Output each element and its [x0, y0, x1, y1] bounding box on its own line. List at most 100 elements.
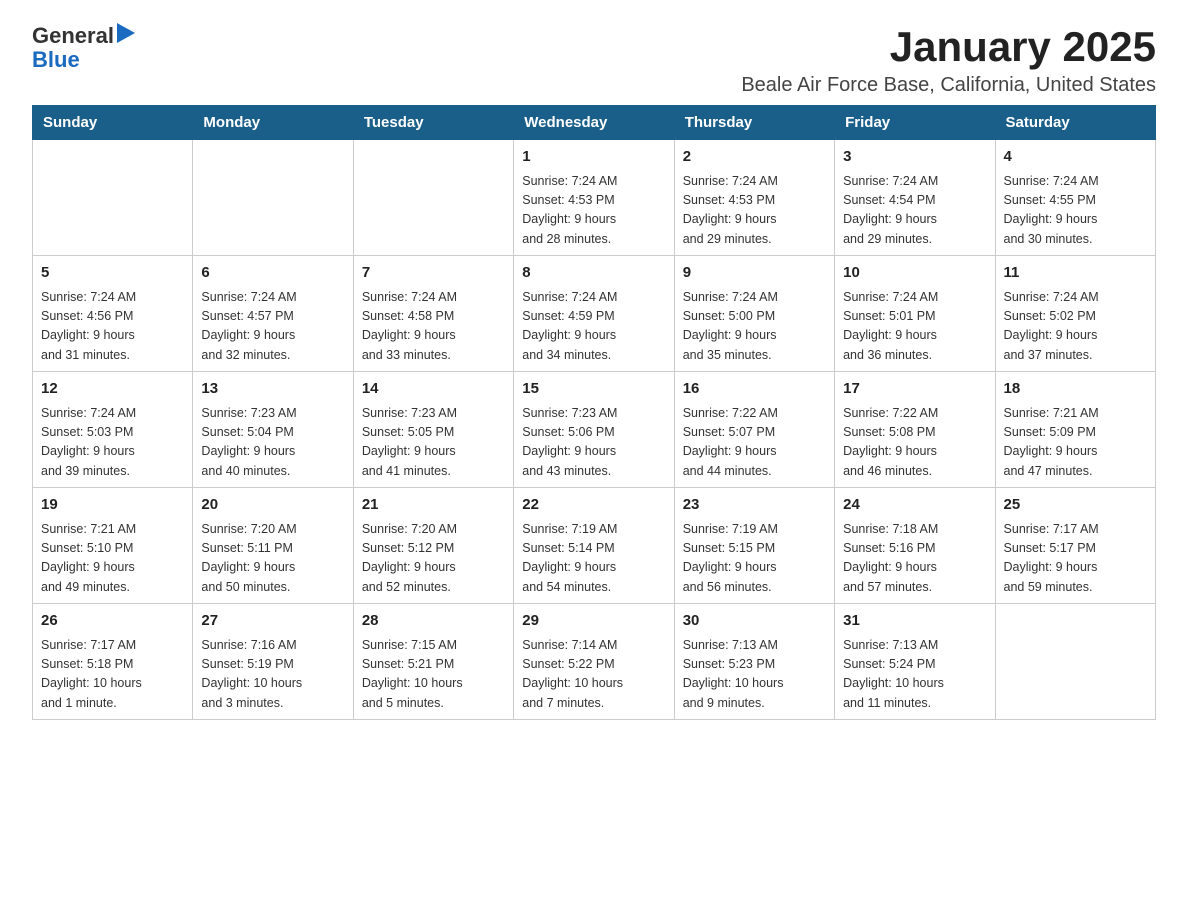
day-number: 17: [843, 378, 986, 401]
day-of-week-header: Thursday: [674, 106, 834, 140]
calendar-cell: 25Sunrise: 7:17 AM Sunset: 5:17 PM Dayli…: [995, 488, 1155, 604]
day-of-week-header: Wednesday: [514, 106, 674, 140]
day-info: Sunrise: 7:19 AM Sunset: 5:15 PM Dayligh…: [683, 520, 826, 598]
calendar-cell: 19Sunrise: 7:21 AM Sunset: 5:10 PM Dayli…: [33, 488, 193, 604]
day-info: Sunrise: 7:24 AM Sunset: 4:56 PM Dayligh…: [41, 288, 184, 366]
calendar-title: January 2025: [741, 24, 1156, 70]
day-number: 2: [683, 146, 826, 169]
title-block: January 2025 Beale Air Force Base, Calif…: [741, 24, 1156, 97]
day-info: Sunrise: 7:24 AM Sunset: 4:59 PM Dayligh…: [522, 288, 665, 366]
calendar-cell: 1 Sunrise: 7:24 AM Sunset: 4:53 PM Daylig…: [514, 140, 674, 256]
day-info: Sunrise: 7:21 AM Sunset: 5:09 PM Dayligh…: [1004, 404, 1147, 482]
calendar-cell: 17 Sunrise: 7:22 AM Sunset: 5:08 PM Dayli…: [835, 372, 995, 488]
calendar-cell: [33, 140, 193, 256]
day-info: Sunrise: 7:24 AM Sunset: 5:02 PM Dayligh…: [1004, 288, 1147, 366]
calendar-cell: 28Sunrise: 7:15 AM Sunset: 5:21 PM Dayli…: [353, 604, 513, 720]
calendar-cell: 5 Sunrise: 7:24 AM Sunset: 4:56 PM Daylig…: [33, 256, 193, 372]
day-number: 14: [362, 378, 505, 401]
calendar-week-row: 1 Sunrise: 7:24 AM Sunset: 4:53 PM Daylig…: [33, 140, 1156, 256]
calendar-cell: 7 Sunrise: 7:24 AM Sunset: 4:58 PM Daylig…: [353, 256, 513, 372]
day-number: 23: [683, 494, 826, 517]
day-info: Sunrise: 7:24 AM Sunset: 4:55 PM Dayligh…: [1004, 172, 1147, 250]
day-info: Sunrise: 7:23 AM Sunset: 5:06 PM Dayligh…: [522, 404, 665, 482]
calendar-header: SundayMondayTuesdayWednesdayThursdayFrid…: [33, 106, 1156, 140]
calendar-cell: 10Sunrise: 7:24 AM Sunset: 5:01 PM Dayli…: [835, 256, 995, 372]
day-number: 29: [522, 610, 665, 633]
calendar-cell: 14Sunrise: 7:23 AM Sunset: 5:05 PM Dayli…: [353, 372, 513, 488]
day-info: Sunrise: 7:24 AM Sunset: 5:00 PM Dayligh…: [683, 288, 826, 366]
day-info: Sunrise: 7:24 AM Sunset: 4:54 PM Dayligh…: [843, 172, 986, 250]
calendar-week-row: 5 Sunrise: 7:24 AM Sunset: 4:56 PM Daylig…: [33, 256, 1156, 372]
day-info: Sunrise: 7:24 AM Sunset: 4:53 PM Dayligh…: [683, 172, 826, 250]
day-info: Sunrise: 7:22 AM Sunset: 5:08 PM Dayligh…: [843, 404, 986, 482]
day-number: 24: [843, 494, 986, 517]
day-of-week-header: Sunday: [33, 106, 193, 140]
day-info: Sunrise: 7:20 AM Sunset: 5:12 PM Dayligh…: [362, 520, 505, 598]
day-number: 9: [683, 262, 826, 285]
calendar-cell: 30 Sunrise: 7:13 AM Sunset: 5:23 PM Dayli…: [674, 604, 834, 720]
day-number: 28: [362, 610, 505, 633]
calendar-cell: 11 Sunrise: 7:24 AM Sunset: 5:02 PM Dayli…: [995, 256, 1155, 372]
day-number: 5: [41, 262, 184, 285]
day-info: Sunrise: 7:13 AM Sunset: 5:23 PM Dayligh…: [683, 636, 826, 714]
logo-arrow-icon: [117, 23, 135, 43]
day-info: Sunrise: 7:23 AM Sunset: 5:04 PM Dayligh…: [201, 404, 344, 482]
day-info: Sunrise: 7:16 AM Sunset: 5:19 PM Dayligh…: [201, 636, 344, 714]
logo: General Blue: [32, 24, 135, 72]
day-number: 15: [522, 378, 665, 401]
day-number: 7: [362, 262, 505, 285]
day-info: Sunrise: 7:21 AM Sunset: 5:10 PM Dayligh…: [41, 520, 184, 598]
calendar-cell: 4Sunrise: 7:24 AM Sunset: 4:55 PM Daylig…: [995, 140, 1155, 256]
day-number: 21: [362, 494, 505, 517]
day-info: Sunrise: 7:20 AM Sunset: 5:11 PM Dayligh…: [201, 520, 344, 598]
day-number: 11: [1004, 262, 1147, 285]
calendar-cell: 15 Sunrise: 7:23 AM Sunset: 5:06 PM Dayli…: [514, 372, 674, 488]
calendar-cell: [193, 140, 353, 256]
calendar-table: SundayMondayTuesdayWednesdayThursdayFrid…: [32, 105, 1156, 720]
calendar-week-row: 19Sunrise: 7:21 AM Sunset: 5:10 PM Dayli…: [33, 488, 1156, 604]
calendar-cell: 2 Sunrise: 7:24 AM Sunset: 4:53 PM Daylig…: [674, 140, 834, 256]
calendar-cell: 13 Sunrise: 7:23 AM Sunset: 5:04 PM Dayli…: [193, 372, 353, 488]
day-info: Sunrise: 7:24 AM Sunset: 5:03 PM Dayligh…: [41, 404, 184, 482]
calendar-cell: 20 Sunrise: 7:20 AM Sunset: 5:11 PM Dayli…: [193, 488, 353, 604]
day-number: 3: [843, 146, 986, 169]
day-number: 16: [683, 378, 826, 401]
day-headers-row: SundayMondayTuesdayWednesdayThursdayFrid…: [33, 106, 1156, 140]
calendar-cell: 18Sunrise: 7:21 AM Sunset: 5:09 PM Dayli…: [995, 372, 1155, 488]
calendar-cell: [995, 604, 1155, 720]
day-info: Sunrise: 7:24 AM Sunset: 4:58 PM Dayligh…: [362, 288, 505, 366]
day-number: 1: [522, 146, 665, 169]
calendar-week-row: 26 Sunrise: 7:17 AM Sunset: 5:18 PM Dayli…: [33, 604, 1156, 720]
calendar-cell: 22Sunrise: 7:19 AM Sunset: 5:14 PM Dayli…: [514, 488, 674, 604]
calendar-cell: 23 Sunrise: 7:19 AM Sunset: 5:15 PM Dayli…: [674, 488, 834, 604]
day-info: Sunrise: 7:24 AM Sunset: 4:53 PM Dayligh…: [522, 172, 665, 250]
day-info: Sunrise: 7:24 AM Sunset: 4:57 PM Dayligh…: [201, 288, 344, 366]
day-info: Sunrise: 7:19 AM Sunset: 5:14 PM Dayligh…: [522, 520, 665, 598]
day-of-week-header: Tuesday: [353, 106, 513, 140]
calendar-body: 1 Sunrise: 7:24 AM Sunset: 4:53 PM Daylig…: [33, 140, 1156, 720]
day-number: 6: [201, 262, 344, 285]
day-number: 20: [201, 494, 344, 517]
day-of-week-header: Friday: [835, 106, 995, 140]
day-number: 8: [522, 262, 665, 285]
day-info: Sunrise: 7:17 AM Sunset: 5:18 PM Dayligh…: [41, 636, 184, 714]
calendar-cell: 9 Sunrise: 7:24 AM Sunset: 5:00 PM Daylig…: [674, 256, 834, 372]
day-number: 26: [41, 610, 184, 633]
day-number: 13: [201, 378, 344, 401]
calendar-cell: 16 Sunrise: 7:22 AM Sunset: 5:07 PM Dayli…: [674, 372, 834, 488]
day-number: 10: [843, 262, 986, 285]
day-number: 31: [843, 610, 986, 633]
day-number: 25: [1004, 494, 1147, 517]
calendar-cell: 8 Sunrise: 7:24 AM Sunset: 4:59 PM Daylig…: [514, 256, 674, 372]
logo-blue-text: Blue: [32, 48, 135, 72]
day-info: Sunrise: 7:18 AM Sunset: 5:16 PM Dayligh…: [843, 520, 986, 598]
day-number: 30: [683, 610, 826, 633]
day-info: Sunrise: 7:22 AM Sunset: 5:07 PM Dayligh…: [683, 404, 826, 482]
day-of-week-header: Saturday: [995, 106, 1155, 140]
calendar-cell: 3 Sunrise: 7:24 AM Sunset: 4:54 PM Daylig…: [835, 140, 995, 256]
calendar-cell: 29Sunrise: 7:14 AM Sunset: 5:22 PM Dayli…: [514, 604, 674, 720]
logo-general-text: General: [32, 24, 114, 48]
day-info: Sunrise: 7:13 AM Sunset: 5:24 PM Dayligh…: [843, 636, 986, 714]
day-number: 27: [201, 610, 344, 633]
calendar-cell: 21 Sunrise: 7:20 AM Sunset: 5:12 PM Dayli…: [353, 488, 513, 604]
